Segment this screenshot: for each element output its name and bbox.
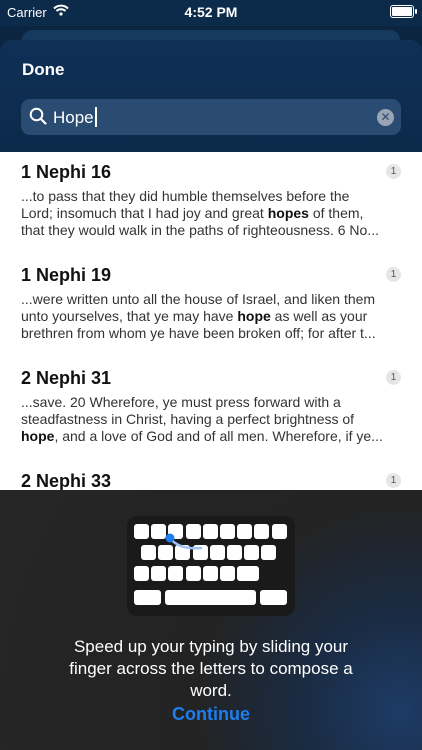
swipe-typing-tip: Speed up your typing by sliding your fin… xyxy=(0,490,422,750)
highlighted-term: hopes xyxy=(267,205,309,221)
tip-text: Speed up your typing by sliding your fin… xyxy=(20,636,402,702)
result-title: 2 Nephi 31 xyxy=(21,368,112,388)
match-count-badge: 1 xyxy=(386,164,401,179)
result-snippet: ...were written unto all the house of Is… xyxy=(21,291,403,342)
list-item[interactable]: 2 Nephi 31 1 ...save. 20 Wherefore, ye mus… xyxy=(0,368,422,468)
status-bar: Carrier 4:52 PM xyxy=(0,0,422,26)
search-header: Done Hope ✕ xyxy=(0,40,422,152)
match-count-badge: 1 xyxy=(386,370,401,385)
snippet-line: hope, and a love of God and of all men. … xyxy=(21,428,403,445)
result-title: 2 Nephi 33 xyxy=(21,471,112,491)
highlighted-term: hope xyxy=(21,428,55,444)
snippet-text: as well as your xyxy=(270,308,368,324)
done-button[interactable]: Done xyxy=(22,60,65,80)
keyboard-illustration xyxy=(127,516,295,616)
snippet-text: Lord; insomuch that I had joy and great xyxy=(21,205,268,221)
snippet-line: Lord; insomuch that I had joy and great … xyxy=(21,205,403,222)
snippet-line: ...were written unto all the house of Is… xyxy=(21,291,403,308)
text-caret xyxy=(94,107,97,127)
search-input[interactable]: Hope xyxy=(53,107,97,128)
continue-button[interactable]: Continue xyxy=(0,704,422,725)
snippet-text: steadfastness in Christ, having a perfec… xyxy=(21,411,355,427)
highlighted-term: hope xyxy=(237,308,271,324)
snippet-line: that they would walk in the paths of rig… xyxy=(21,222,403,239)
swipe-trail-icon xyxy=(165,533,203,550)
snippet-line: steadfastness in Christ, having a perfec… xyxy=(21,411,403,428)
snippet-text: that they would walk in the paths of rig… xyxy=(21,222,379,238)
result-snippet: ...save. 20 Wherefore, ye must press for… xyxy=(21,394,403,445)
search-field[interactable]: Hope ✕ xyxy=(21,99,401,135)
list-item[interactable]: 1 Nephi 19 1 ...were written unto all the … xyxy=(0,265,422,365)
snippet-line: unto yourselves, that ye may have hope a… xyxy=(21,308,403,325)
match-count-badge: 1 xyxy=(386,267,401,282)
snippet-text: ...save. 20 Wherefore, ye must press for… xyxy=(21,394,341,410)
snippet-text: brethren from whom ye have been broken o… xyxy=(21,325,376,341)
tip-line-3: word. xyxy=(190,681,232,700)
snippet-text: ...were written unto all the house of Is… xyxy=(21,291,376,307)
result-snippet: ...to pass that they did humble themselv… xyxy=(21,188,403,239)
search-icon xyxy=(29,107,47,130)
snippet-line: ...to pass that they did humble themselv… xyxy=(21,188,403,205)
result-title: 1 Nephi 19 xyxy=(21,265,112,285)
status-time: 4:52 PM xyxy=(184,4,238,20)
clear-search-icon[interactable]: ✕ xyxy=(377,109,394,126)
snippet-text: ...to pass that they did humble themselv… xyxy=(21,188,350,204)
snippet-line: brethren from whom ye have been broken o… xyxy=(21,325,403,342)
snippet-line: ...save. 20 Wherefore, ye must press for… xyxy=(21,394,403,411)
list-item[interactable]: 1 Nephi 16 1 ...to pass that they did humb… xyxy=(0,162,422,262)
result-title: 1 Nephi 16 xyxy=(21,162,112,182)
snippet-text: unto yourselves, that ye may have xyxy=(21,308,238,324)
results-list: 1 Nephi 16 1 ...to pass that they did humb… xyxy=(0,152,422,492)
snippet-text: , and a love of God and of all men. Wher… xyxy=(54,428,383,444)
tip-line-2: finger across the letters to compose a xyxy=(69,659,353,678)
snippet-text: of them, xyxy=(308,205,364,221)
battery-icon xyxy=(390,5,417,18)
list-item[interactable]: 2 Nephi 33 1 xyxy=(0,471,422,492)
match-count-badge: 1 xyxy=(386,473,401,488)
search-input-value: Hope xyxy=(53,108,94,127)
tip-line-1: Speed up your typing by sliding your xyxy=(73,637,349,656)
